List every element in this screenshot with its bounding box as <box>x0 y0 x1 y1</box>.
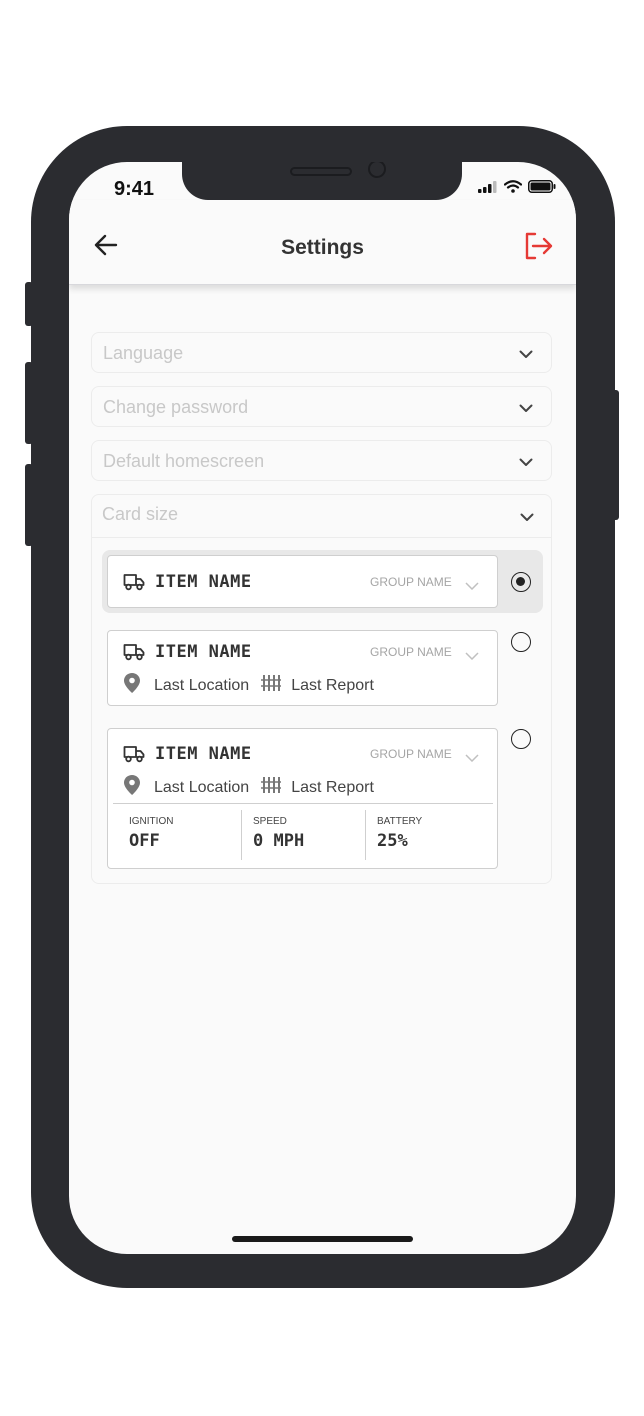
language-select[interactable]: Language <box>91 332 552 373</box>
signal-icon <box>478 180 498 198</box>
chevron-down-icon <box>519 346 533 364</box>
speaker <box>290 167 352 176</box>
report-icon <box>261 776 282 799</box>
last-location-text: Last Location <box>154 778 250 796</box>
default-homescreen-select[interactable]: Default homescreen <box>91 440 552 481</box>
app-header: Settings <box>69 200 576 285</box>
logout-icon[interactable] <box>524 232 554 265</box>
metric-divider <box>241 810 242 860</box>
front-camera <box>368 162 386 178</box>
group-name: GROUP NAME <box>370 747 452 761</box>
metrics-row: IGNITION OFF SPEED 0 MPH BATTERY 25% <box>113 803 493 866</box>
screen: 9:41 Settings Language Change password D… <box>69 162 576 1254</box>
last-report-text: Last Report <box>291 676 374 694</box>
home-indicator[interactable] <box>232 1236 413 1242</box>
group-name: GROUP NAME <box>370 575 452 589</box>
item-name: ITEM NAME <box>155 744 252 764</box>
chevron-down-icon <box>465 647 479 665</box>
default-homescreen-label: Default homescreen <box>103 451 265 471</box>
item-name: ITEM NAME <box>155 572 252 592</box>
metric-value: 0 MPH <box>253 831 305 851</box>
truck-icon <box>123 573 145 596</box>
chevron-down-icon <box>465 749 479 767</box>
card-size-label: Card size <box>102 504 179 524</box>
status-icons <box>478 180 556 198</box>
phone-notch <box>182 162 462 200</box>
card-info-row: Last Location Last Report <box>124 775 374 800</box>
chevron-down-icon <box>465 577 479 595</box>
radio-card-large[interactable] <box>511 729 531 749</box>
last-location-text: Last Location <box>154 676 250 694</box>
last-report-text: Last Report <box>291 778 374 796</box>
change-password-label: Change password <box>103 397 249 417</box>
card-size-select[interactable]: Card size <box>91 494 552 538</box>
card-option-large[interactable]: ITEM NAME GROUP NAME Last Location Last … <box>107 728 498 869</box>
truck-icon <box>123 745 145 768</box>
chevron-down-icon <box>519 454 533 472</box>
metric-value: OFF <box>129 831 160 851</box>
card-option-medium[interactable]: ITEM NAME GROUP NAME Last Location Last … <box>107 630 498 706</box>
chevron-down-icon <box>520 509 534 527</box>
truck-icon <box>123 643 145 666</box>
metric-divider <box>365 810 366 860</box>
metric-value: 25% <box>377 831 408 851</box>
metric-label: IGNITION <box>129 816 174 827</box>
battery-icon <box>528 180 556 198</box>
location-pin-icon <box>124 673 140 698</box>
item-name: ITEM NAME <box>155 642 252 662</box>
report-icon <box>261 674 282 697</box>
card-option-small[interactable]: ITEM NAME GROUP NAME <box>107 555 498 608</box>
status-time: 9:41 <box>114 178 155 200</box>
metric-label: SPEED <box>253 816 287 827</box>
radio-card-medium[interactable] <box>511 632 531 652</box>
chevron-down-icon <box>519 400 533 418</box>
radio-card-small[interactable] <box>511 572 531 592</box>
change-password-select[interactable]: Change password <box>91 386 552 427</box>
wifi-icon <box>503 180 523 198</box>
metric-label: BATTERY <box>377 816 423 827</box>
language-label: Language <box>103 343 184 363</box>
page-title: Settings <box>281 236 364 259</box>
card-info-row: Last Location Last Report <box>124 673 374 698</box>
group-name: GROUP NAME <box>370 645 452 659</box>
location-pin-icon <box>124 775 140 800</box>
